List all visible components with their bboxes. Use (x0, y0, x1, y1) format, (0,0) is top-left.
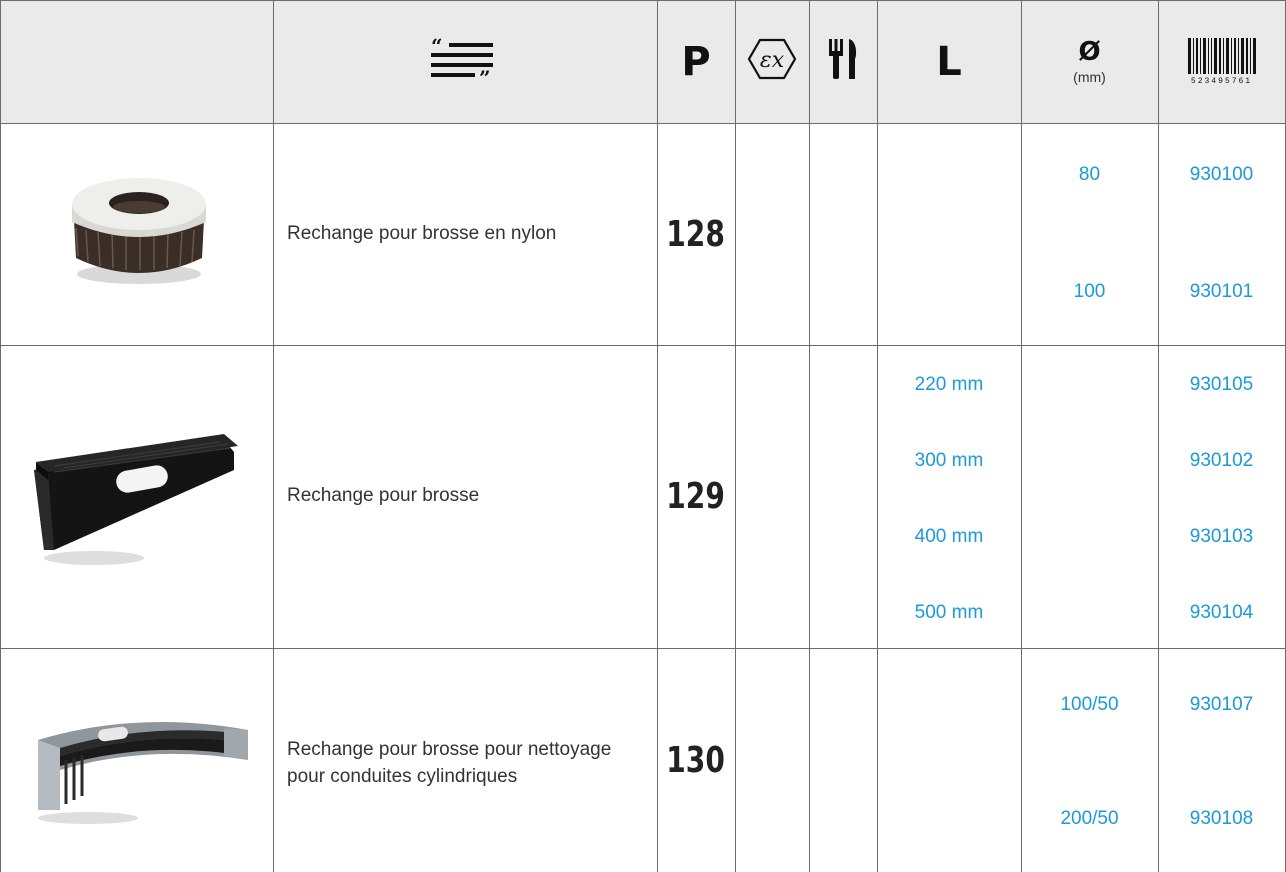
product-table: “ ” P εx L Ø (mm) 523495761 Rechange pou… (0, 0, 1286, 872)
grid-line (1158, 0, 1159, 872)
article-code: 930101 (1189, 281, 1254, 302)
row-page: 128 (657, 123, 735, 345)
round-brush-refill-image (66, 170, 212, 293)
grid-line (0, 0, 1, 872)
svg-text:”: ” (479, 66, 491, 81)
ex-hexagon-icon: εx (747, 38, 797, 85)
grid-line (273, 0, 274, 872)
article-code: 930103 (1189, 526, 1254, 547)
grid-line (0, 648, 1286, 649)
grid-line (0, 123, 1286, 124)
svg-text:εx: εx (760, 48, 785, 73)
article-code: 930104 (1189, 602, 1254, 623)
page-header-label: P (681, 38, 711, 85)
grid-line (735, 0, 736, 872)
length-value: 300 mm (914, 450, 984, 471)
article-code: 930102 (1189, 450, 1254, 471)
row-description: Rechange pour brosse pour nettoyage pour… (287, 739, 612, 787)
diameter-value: 80 (1078, 164, 1101, 185)
quote-lines-icon: “ ” (431, 34, 499, 90)
article-code: 930108 (1189, 808, 1254, 829)
grid-line (809, 0, 810, 872)
diameter-value: 100 (1073, 281, 1106, 302)
grid-line (0, 345, 1286, 346)
header-length: L (877, 0, 1021, 123)
header-atex: εx (735, 0, 809, 123)
header-food (809, 0, 877, 123)
flat-brush-refill-image (24, 400, 254, 575)
length-value: 400 mm (914, 526, 984, 547)
article-code: 930105 (1189, 374, 1254, 395)
diameter-symbol: Ø (1078, 36, 1101, 67)
length-value: 500 mm (914, 602, 984, 623)
article-code: 930107 (1189, 694, 1254, 715)
article-code: 930100 (1189, 164, 1254, 185)
page-number: 128 (666, 213, 726, 255)
row-description: Rechange pour brosse (287, 485, 480, 506)
barcode-icon (1187, 37, 1256, 74)
row-page: 130 (657, 648, 735, 872)
length-value: 220 mm (914, 374, 984, 395)
page-number: 130 (666, 739, 726, 781)
length-header-label: L (936, 38, 962, 85)
header-barcode: 523495761 (1158, 0, 1285, 123)
barcode-digits: 523495761 (1190, 76, 1253, 86)
header-description: “ ” (273, 0, 657, 123)
header-page: P (657, 0, 735, 123)
fork-knife-icon (827, 37, 859, 86)
diameter-value: 100/50 (1060, 694, 1119, 715)
diameter-value: 200/50 (1060, 808, 1119, 829)
curved-brush-refill-image (18, 700, 258, 835)
grid-line (877, 0, 878, 872)
header-diameter: Ø (mm) (1021, 0, 1158, 123)
page-number: 129 (666, 476, 726, 517)
grid-line (1021, 0, 1022, 872)
row-description: Rechange pour brosse en nylon (287, 223, 557, 244)
diameter-unit: (mm) (1073, 68, 1106, 85)
row-page: 129 (657, 345, 735, 648)
